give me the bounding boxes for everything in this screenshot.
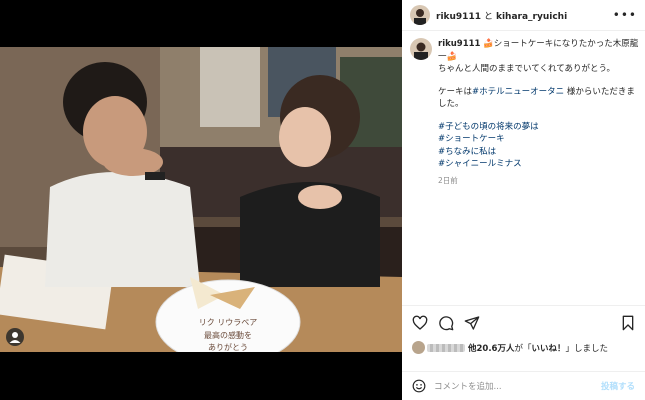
- avatar[interactable]: [410, 5, 430, 25]
- plate-line2: 最高の感動を: [204, 330, 252, 340]
- post-time[interactable]: 2日前: [438, 175, 639, 188]
- plate-line1: リク リウラペア: [199, 318, 258, 327]
- post-photo[interactable]: リク リウラペア 最高の感動を ありがとう: [0, 47, 402, 352]
- heart-icon[interactable]: [412, 315, 428, 331]
- caption-avatar[interactable]: [410, 38, 432, 60]
- cake-emoji: 🍰: [483, 39, 494, 49]
- author-link[interactable]: riku9111: [436, 12, 481, 22]
- post-authors: riku9111 と kihara_ryuichi: [436, 9, 567, 22]
- hashtag[interactable]: #シャイニールミナス: [438, 158, 639, 171]
- tagged-users-icon[interactable]: [6, 328, 24, 346]
- liker-avatar[interactable]: [412, 341, 425, 354]
- blurred-username: [427, 343, 465, 352]
- post-panel: riku9111 と kihara_ryuichi ••• riku9111 🍰ショ…: [402, 0, 645, 400]
- caption-username[interactable]: riku9111: [438, 39, 480, 49]
- share-icon[interactable]: [464, 315, 480, 331]
- coauthor-link[interactable]: kihara_ryuichi: [496, 12, 567, 22]
- cake-emoji-end: 🍰: [446, 51, 458, 62]
- caption-line3-prefix: ケーキは: [438, 86, 473, 97]
- emoji-icon[interactable]: [412, 379, 426, 393]
- caption: riku9111 🍰ショートケーキになりたかった木原龍一🍰 ちゃんと人間のままで…: [410, 38, 639, 187]
- caption-text: riku9111 🍰ショートケーキになりたかった木原龍一🍰 ちゃんと人間のままで…: [438, 38, 639, 187]
- comment-box: コメントを追加... 投稿する: [402, 371, 645, 400]
- post-header: riku9111 と kihara_ryuichi •••: [402, 0, 645, 31]
- action-bar: 他20.6万人 が「 いいね！ 」しました: [402, 305, 645, 374]
- hashtag-hotel[interactable]: #ホテルニューオータニ: [472, 87, 564, 97]
- comment-input[interactable]: コメントを追加...: [434, 380, 502, 392]
- likes-middle: が「: [514, 343, 532, 354]
- more-options-icon[interactable]: •••: [613, 8, 637, 22]
- likes-end: 」しました: [565, 343, 609, 354]
- bookmark-icon[interactable]: [621, 315, 635, 331]
- hashtag[interactable]: #ショートケーキ: [438, 133, 639, 146]
- likes-count[interactable]: 他20.6万人: [468, 342, 514, 354]
- comment-icon[interactable]: [438, 315, 454, 331]
- hashtag[interactable]: #子どもの頃の将来の夢は: [438, 121, 639, 134]
- likes-summary: 他20.6万人 が「 いいね！ 」しました: [412, 341, 635, 354]
- likes-quote: いいね！: [531, 343, 566, 354]
- caption-line2: ちゃんと人間のままでいてくれてありがとう。: [438, 64, 615, 74]
- post-comment-button[interactable]: 投稿する: [601, 380, 635, 392]
- plate-line3: ありがとう: [208, 342, 248, 352]
- hashtag[interactable]: #ちなみに私は: [438, 146, 639, 159]
- author-joiner: と: [483, 11, 493, 22]
